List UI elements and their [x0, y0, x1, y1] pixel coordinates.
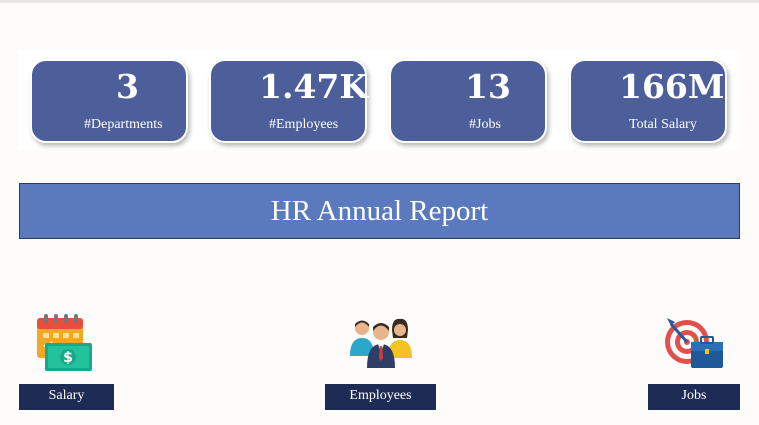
jobs-button[interactable]: Jobs — [648, 384, 740, 410]
target-briefcase-icon[interactable] — [663, 316, 725, 372]
kpi-value-jobs: 13 — [465, 67, 511, 106]
kpi-value-employees: 1.47K — [259, 67, 369, 106]
kpi-card-employees: 1.47K #Employees — [209, 59, 369, 143]
report-title-banner: HR Annual Report — [19, 183, 740, 239]
calendar-money-icon[interactable]: $ — [31, 313, 93, 373]
kpi-label-employees: #Employees — [269, 117, 339, 132]
kpi-card-departments: 3 #Departments — [30, 59, 188, 143]
top-divider — [0, 0, 759, 3]
svg-text:$: $ — [63, 350, 73, 366]
kpi-card-total-salary: 166M Total Salary — [569, 59, 727, 143]
kpi-value-departments: 3 — [116, 67, 139, 106]
kpi-label-departments: #Departments — [84, 117, 163, 132]
kpi-value-total-salary: 166M — [619, 67, 725, 106]
kpi-label-jobs: #Jobs — [469, 117, 501, 132]
kpi-label-total-salary: Total Salary — [629, 117, 697, 132]
employees-button[interactable]: Employees — [325, 384, 436, 410]
people-group-icon[interactable] — [350, 318, 412, 368]
salary-button[interactable]: Salary — [19, 384, 114, 410]
kpi-card-jobs: 13 #Jobs — [389, 59, 547, 143]
